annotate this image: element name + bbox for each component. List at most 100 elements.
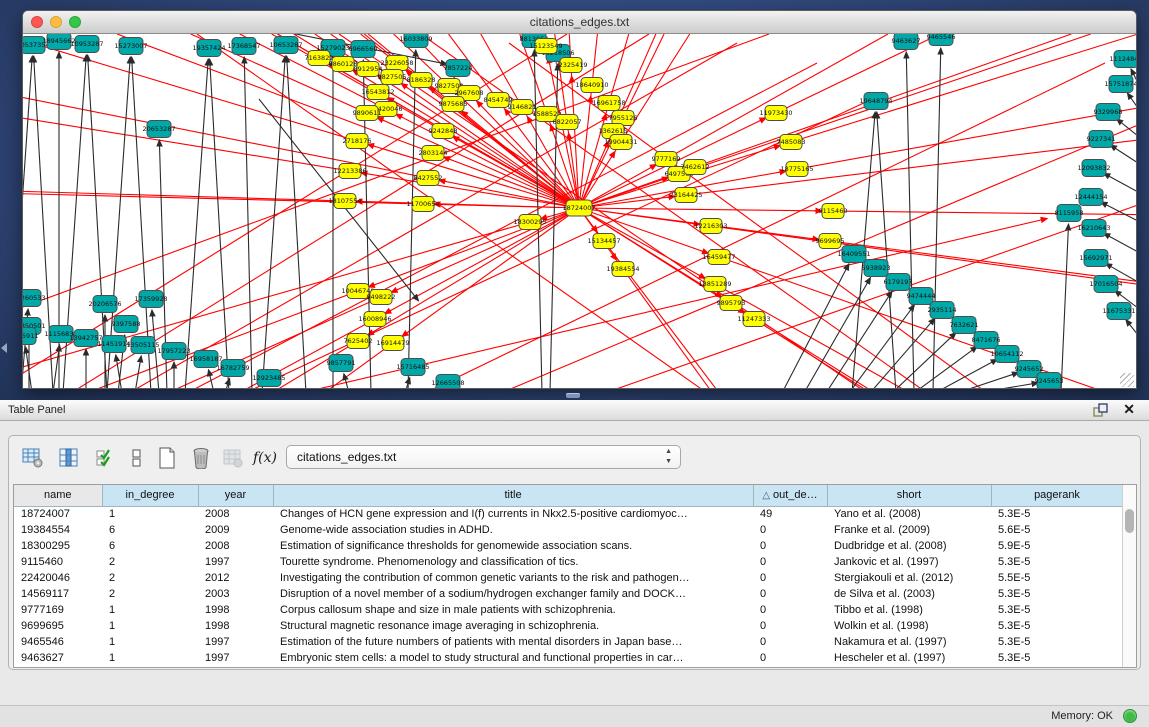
graph-node-reference[interactable]: 2718176 (343, 134, 372, 149)
graph-node-cited[interactable]: 8471676 (972, 332, 1001, 349)
table-row[interactable]: 977716911998Corpus callosum shape and si… (14, 602, 1123, 618)
graph-node-cited[interactable]: 2935114 (928, 302, 957, 319)
graph-node-hub[interactable]: 18724007 (562, 200, 595, 216)
graph-node-reference[interactable]: 9895793 (717, 296, 746, 311)
table-row[interactable]: 2242004622012Investigating the contribut… (14, 570, 1123, 586)
table-settings-icon[interactable] (19, 444, 47, 472)
row-height-icon[interactable] (123, 444, 151, 472)
close-panel-icon[interactable]: ✕ (1123, 401, 1135, 418)
graph-node-reference[interactable]: 16914479 (376, 336, 409, 351)
graph-node-reference[interactable]: 18640910 (575, 78, 608, 93)
graph-node-cited[interactable]: 8115958 (1055, 205, 1084, 222)
graph-node-reference[interactable]: 9115460 (819, 204, 848, 219)
graph-node-cited[interactable]: 9465546 (927, 34, 956, 46)
graph-node-reference[interactable]: 9875685 (439, 97, 468, 112)
float-panel-icon[interactable] (1093, 403, 1109, 417)
graph-node-cited[interactable]: 6179197 (884, 274, 913, 291)
table-row[interactable]: 911546021997Tourette syndrome. Phenomeno… (14, 554, 1123, 570)
graph-node-cited[interactable]: 16782759 (216, 360, 249, 377)
graph-node-cited[interactable]: 9397588 (112, 316, 141, 333)
graph-node-cited[interactable]: 20260533 (23, 290, 46, 307)
graph-node-cited[interactable]: 19357424 (192, 40, 225, 57)
column-header-year[interactable]: year (198, 485, 273, 506)
graph-node-cited[interactable]: 5938923 (862, 260, 891, 277)
graph-node-reference[interactable]: 16543812 (361, 85, 394, 100)
graph-node-reference[interactable]: 19384554 (606, 262, 639, 277)
graph-node-reference[interactable]: 16459477 (702, 250, 735, 265)
vertical-scrollbar[interactable] (1122, 485, 1136, 667)
create-table-icon[interactable] (153, 444, 181, 472)
graph-node-reference[interactable]: 9890611 (353, 106, 382, 121)
graph-node-reference[interactable]: 9699695 (816, 234, 845, 249)
table-row[interactable]: 946362711997Embryonic stem cells: a mode… (14, 650, 1123, 666)
graph-node-cited[interactable]: 16033809 (399, 34, 432, 48)
column-header-title[interactable]: title (273, 485, 753, 506)
graph-node-reference[interactable]: 9498222 (367, 290, 396, 305)
graph-node-cited[interactable]: 9329968 (1094, 104, 1123, 121)
graph-node-reference[interactable]: 18775165 (780, 162, 813, 177)
column-header-in_degree[interactable]: in_degree (102, 485, 198, 506)
graph-node-cited[interactable]: 17359928 (134, 291, 167, 308)
graph-node-cited[interactable]: 9463627 (892, 34, 921, 50)
graph-node-cited[interactable]: 12665508 (431, 375, 464, 390)
graph-node-cited[interactable]: 12444154 (1074, 189, 1107, 206)
table-row[interactable]: 969969511998Structural magnetic resonanc… (14, 618, 1123, 634)
graph-node-cited[interactable]: 7632621 (950, 317, 979, 334)
graph-node-reference[interactable]: 18851289 (698, 277, 731, 292)
memory-status-icon[interactable] (1123, 709, 1137, 723)
citation-graph[interactable]: 2053735418945662109532871527300719357424… (23, 34, 1136, 389)
graph-node-cited[interactable]: 10953287 (70, 36, 103, 53)
graph-node-reference[interactable]: 18300295 (513, 215, 546, 230)
graph-node-reference[interactable]: 9777169 (652, 152, 681, 167)
network-window-titlebar[interactable]: citations_edges.txt (23, 11, 1136, 34)
table-row[interactable]: 1830029562008Estimation of significance … (14, 538, 1123, 554)
graph-node-cited[interactable]: 9245653 (1035, 373, 1064, 390)
horizontal-splitter-handle[interactable] (566, 393, 580, 398)
graph-node-cited[interactable]: 9857791 (327, 355, 356, 372)
graph-node-reference[interactable]: 8427552 (414, 171, 443, 186)
table-row[interactable]: 946554611997Estimation of the future num… (14, 634, 1123, 650)
graph-node-reference[interactable]: 15134457 (587, 234, 620, 249)
function-builder-icon[interactable]: f(x) (251, 444, 279, 472)
graph-node-reference[interactable]: 11700654 (406, 197, 439, 212)
graph-node-cited[interactable]: 15692971 (1079, 250, 1112, 267)
table-row[interactable]: 1872400712008Changes of HCN gene express… (14, 506, 1123, 522)
graph-node-reference[interactable]: 6822057 (553, 115, 582, 130)
column-header-short[interactable]: short (827, 485, 991, 506)
graph-node-cited[interactable]: 20653287 (142, 121, 175, 138)
graph-node-cited[interactable]: 17957223 (157, 343, 190, 360)
graph-node-reference[interactable]: 7485083 (777, 135, 806, 150)
graph-node-cited[interactable]: 7857224 (444, 60, 473, 77)
window-resize-grip[interactable] (1120, 373, 1134, 387)
graph-node-cited[interactable]: 12093832 (1077, 160, 1110, 177)
graph-node-cited[interactable]: 15716485 (396, 359, 429, 376)
graph-node-cited[interactable]: 6966560 (349, 41, 378, 58)
graph-node-reference[interactable]: 9827505 (378, 70, 407, 85)
column-header-name[interactable]: name (14, 485, 102, 506)
graph-node-reference[interactable]: 2803144 (419, 146, 448, 161)
graph-node-reference[interactable]: 7462612 (681, 160, 710, 175)
network-canvas[interactable]: 2053735418945662109532871527300719357424… (23, 34, 1136, 389)
graph-node-cited[interactable]: 9227341 (1087, 131, 1116, 148)
graph-node-reference[interactable]: 23164425 (669, 188, 702, 203)
table-row[interactable]: 1938455462009Genome-wide association stu… (14, 522, 1123, 538)
show-column-icon[interactable] (55, 444, 83, 472)
graph-node-cited[interactable]: 15751874 (1104, 76, 1136, 93)
graph-node-reference[interactable]: 7625402 (344, 334, 373, 349)
column-header-out_de[interactable]: △out_de… (753, 485, 827, 506)
select-all-rows-icon[interactable] (91, 444, 119, 472)
graph-node-cited[interactable]: 11124845 (1109, 51, 1136, 68)
graph-node-cited[interactable]: 13505115 (126, 337, 159, 354)
graph-node-cited[interactable]: 10653287 (269, 37, 302, 54)
delete-table-icon[interactable] (187, 444, 215, 472)
graph-node-reference[interactable]: 8186328 (407, 73, 436, 88)
graph-node-cited[interactable]: 3915911 (23, 328, 38, 345)
table-selector-dropdown[interactable]: citations_edges.txt ▲▼ (286, 445, 681, 469)
graph-node-reference[interactable]: 9242848 (429, 124, 458, 139)
column-header-pagerank[interactable]: pagerank (991, 485, 1123, 506)
graph-node-cited[interactable]: 17368547 (227, 38, 260, 55)
collapse-left-splitter-button[interactable] (1, 343, 7, 353)
scrollbar-thumb[interactable] (1125, 509, 1134, 533)
graph-node-cited[interactable]: 17016504 (1089, 276, 1122, 293)
import-table-icon[interactable] (219, 444, 247, 472)
